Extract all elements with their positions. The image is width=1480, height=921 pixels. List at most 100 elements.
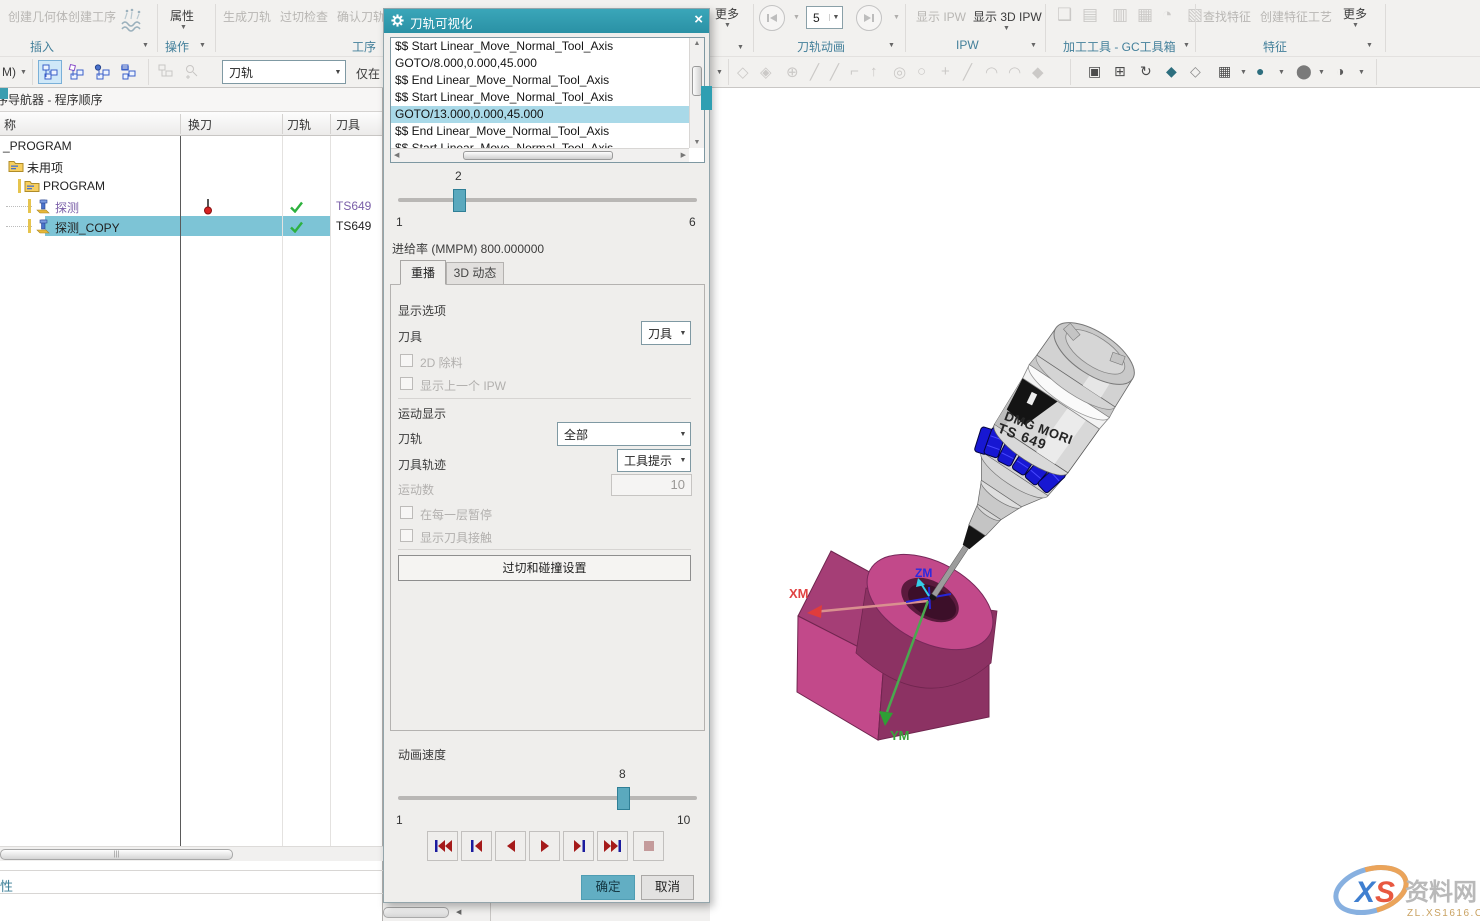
create-operation-button[interactable]: 创建工序 <box>68 8 116 25</box>
tree-row[interactable]: 探测TS649 <box>0 196 382 216</box>
tab-3d-dynamic[interactable]: 3D 动态 <box>446 262 504 285</box>
gcode-line[interactable]: GOTO/8.000,0.000,45.000 <box>391 55 689 72</box>
verify-toolpath-button[interactable]: 确认刀轨 <box>337 8 385 25</box>
line-icon[interactable]: ╱ <box>810 63 819 81</box>
go-to-end-button[interactable] <box>597 831 628 861</box>
view-combo-partial[interactable]: M) <box>2 65 16 79</box>
tool-doc-icon[interactable]: ▤ <box>1082 5 1098 25</box>
polyline-icon[interactable]: ╱ <box>830 63 839 81</box>
grid-dropdown-icon[interactable]: ▼ <box>1240 69 1247 76</box>
scroll-left-icon[interactable]: ◀ <box>456 908 461 916</box>
tool-view-button[interactable] <box>116 60 140 84</box>
checkbox-pause-each-layer[interactable] <box>400 506 413 519</box>
cylinder-view-dropdown-icon[interactable]: ▼ <box>1318 69 1325 76</box>
toolbar-overflow-dropdown-icon[interactable]: ▼ <box>716 69 723 76</box>
checkbox-show-contact[interactable] <box>400 529 413 542</box>
properties-dropdown-icon[interactable]: ▼ <box>180 24 187 31</box>
animation-next-dropdown-icon[interactable]: ▼ <box>893 14 900 21</box>
workpiece[interactable] <box>797 535 1009 740</box>
tree-row[interactable]: 探测_COPYTS649 <box>0 216 382 236</box>
face-icon[interactable]: ◠ <box>985 63 998 81</box>
column-tool[interactable]: 刀具 <box>336 116 360 133</box>
ipw-group-dropdown-icon[interactable]: ▼ <box>1030 42 1037 49</box>
geometry-view-button[interactable] <box>90 60 114 84</box>
solid-icon[interactable]: ◆ <box>1032 63 1044 81</box>
column-toolchange[interactable]: 换刀 <box>188 116 212 133</box>
grid-display-icon[interactable]: ▦ <box>1218 63 1231 80</box>
animation-previous-button[interactable] <box>759 5 785 31</box>
wireframe-display-icon[interactable]: ◇ <box>1190 63 1201 80</box>
create-geometry-button[interactable]: 创建几何体 <box>8 8 68 25</box>
navigator-hscrollbar[interactable]: ||| <box>0 846 383 861</box>
feature-more-dropdown-icon[interactable]: ▼ <box>1352 22 1359 29</box>
tool-copy-icon[interactable]: ▥ <box>1112 5 1128 25</box>
list-hscrollbar[interactable]: ◀ ▶ <box>391 148 689 162</box>
gouge-check-button[interactable]: 过切检查 <box>280 8 328 25</box>
tool-clock-icon[interactable]: ◔ <box>1162 5 1172 25</box>
gouge-collision-settings-button[interactable]: 过切和碰撞设置 <box>398 555 691 581</box>
dialog-titlebar[interactable]: 刀轨可视化 × <box>384 9 709 33</box>
show-ipw-button[interactable]: 显示 IPW <box>916 8 966 25</box>
gcode-listbox[interactable]: $$ Start Linear_Move_Normal_Tool_AxisGOT… <box>390 37 705 163</box>
animation-next-button[interactable] <box>856 5 882 31</box>
progress-slider-thumb[interactable] <box>453 189 466 212</box>
stop-button[interactable] <box>633 831 664 861</box>
gcode-line[interactable]: $$ Start Linear_Move_Normal_Tool_Axis <box>391 89 689 106</box>
animation-previous-dropdown-icon[interactable]: ▼ <box>793 14 800 21</box>
hscroll-thumb[interactable] <box>463 151 613 160</box>
animation-step-spinner[interactable]: 5▼ <box>806 6 843 29</box>
shaded-cube-icon[interactable]: ◇ <box>737 63 749 81</box>
section-details[interactable]: 节 <box>0 900 383 919</box>
scroll-right-icon[interactable]: ▶ <box>681 151 686 159</box>
cancel-button[interactable]: 取消 <box>641 875 694 900</box>
close-icon[interactable]: × <box>694 11 703 28</box>
column-name[interactable]: 称 <box>4 116 16 133</box>
hscrollbar-thumb[interactable]: ||| <box>0 849 233 860</box>
tool-export-icon[interactable]: ▦ <box>1137 5 1153 25</box>
spline-icon[interactable]: ⌐ <box>850 63 859 80</box>
wireframe-cube-icon[interactable]: ◈ <box>760 63 772 81</box>
point-plus-icon[interactable]: + <box>941 63 950 80</box>
gc-group-dropdown-icon[interactable]: ▼ <box>1183 42 1190 49</box>
gcode-line[interactable]: $$ Start Linear_Move_Normal_Tool_Axis <box>391 140 689 148</box>
more-button[interactable]: 更多 <box>715 5 739 22</box>
scroll-left-icon[interactable]: ◀ <box>394 151 399 159</box>
single-step-forward-button[interactable] <box>563 831 594 861</box>
render-style-icon[interactable]: ● <box>1256 63 1264 79</box>
more-dropdown-icon[interactable]: ▼ <box>724 22 731 29</box>
generate-toolpath-button[interactable]: 生成刀轨 <box>223 8 271 25</box>
machine-tool-view-button[interactable] <box>64 60 88 84</box>
play-reverse-button[interactable] <box>495 831 526 861</box>
gcode-line[interactable]: $$ Start Linear_Move_Normal_Tool_Axis <box>391 38 689 55</box>
insert-group-dropdown-icon[interactable]: ▼ <box>142 42 149 49</box>
scroll-up-icon[interactable]: ▲ <box>690 40 704 47</box>
toolpath-display-combo[interactable]: 全部▼ <box>557 422 691 446</box>
find-in-navigator-button[interactable] <box>154 60 178 84</box>
tree-row[interactable]: PROGRAM <box>0 176 382 196</box>
toolpath-filter-combo[interactable]: 刀轨 ▼ <box>222 60 346 84</box>
expand-navigator-button[interactable] <box>180 60 204 84</box>
operate-group-dropdown-icon[interactable]: ▼ <box>199 42 206 49</box>
feature-group-dropdown-icon[interactable]: ▼ <box>1366 42 1373 49</box>
gcode-line[interactable]: GOTO/13.000,0.000,45.000 <box>391 106 689 123</box>
shaded-display-icon[interactable]: ◆ <box>1166 63 1177 80</box>
orient-view-dropdown-icon[interactable]: ▼ <box>1358 69 1365 76</box>
detail-hscroll-thumb[interactable] <box>383 907 449 918</box>
program-order-view-button[interactable] <box>38 60 62 84</box>
group-dropdown-icon[interactable]: ▼ <box>737 44 744 51</box>
refresh-view-icon[interactable]: ↻ <box>1140 63 1152 80</box>
feature-more-button[interactable]: 更多 <box>1343 5 1367 22</box>
ellipse-icon[interactable]: ○ <box>917 63 926 80</box>
speed-slider-thumb[interactable] <box>617 787 630 810</box>
speed-slider-track[interactable] <box>398 796 697 800</box>
single-step-back-button[interactable] <box>461 831 492 861</box>
chamfer-icon[interactable]: ╱ <box>963 63 972 81</box>
vector-arrow-icon[interactable]: ↑ <box>870 63 878 80</box>
fit-view-icon[interactable]: ⊞ <box>1114 63 1126 80</box>
animation-group-dropdown-icon[interactable]: ▼ <box>888 42 895 49</box>
zoom-window-icon[interactable]: ▣ <box>1088 63 1101 80</box>
tree-row[interactable]: _PROGRAM <box>0 136 382 156</box>
faces-icon[interactable]: ◠ <box>1008 63 1021 81</box>
checkbox-prev-ipw[interactable] <box>400 377 413 390</box>
show-3d-ipw-button[interactable]: 显示 3D IPW <box>973 8 1042 25</box>
